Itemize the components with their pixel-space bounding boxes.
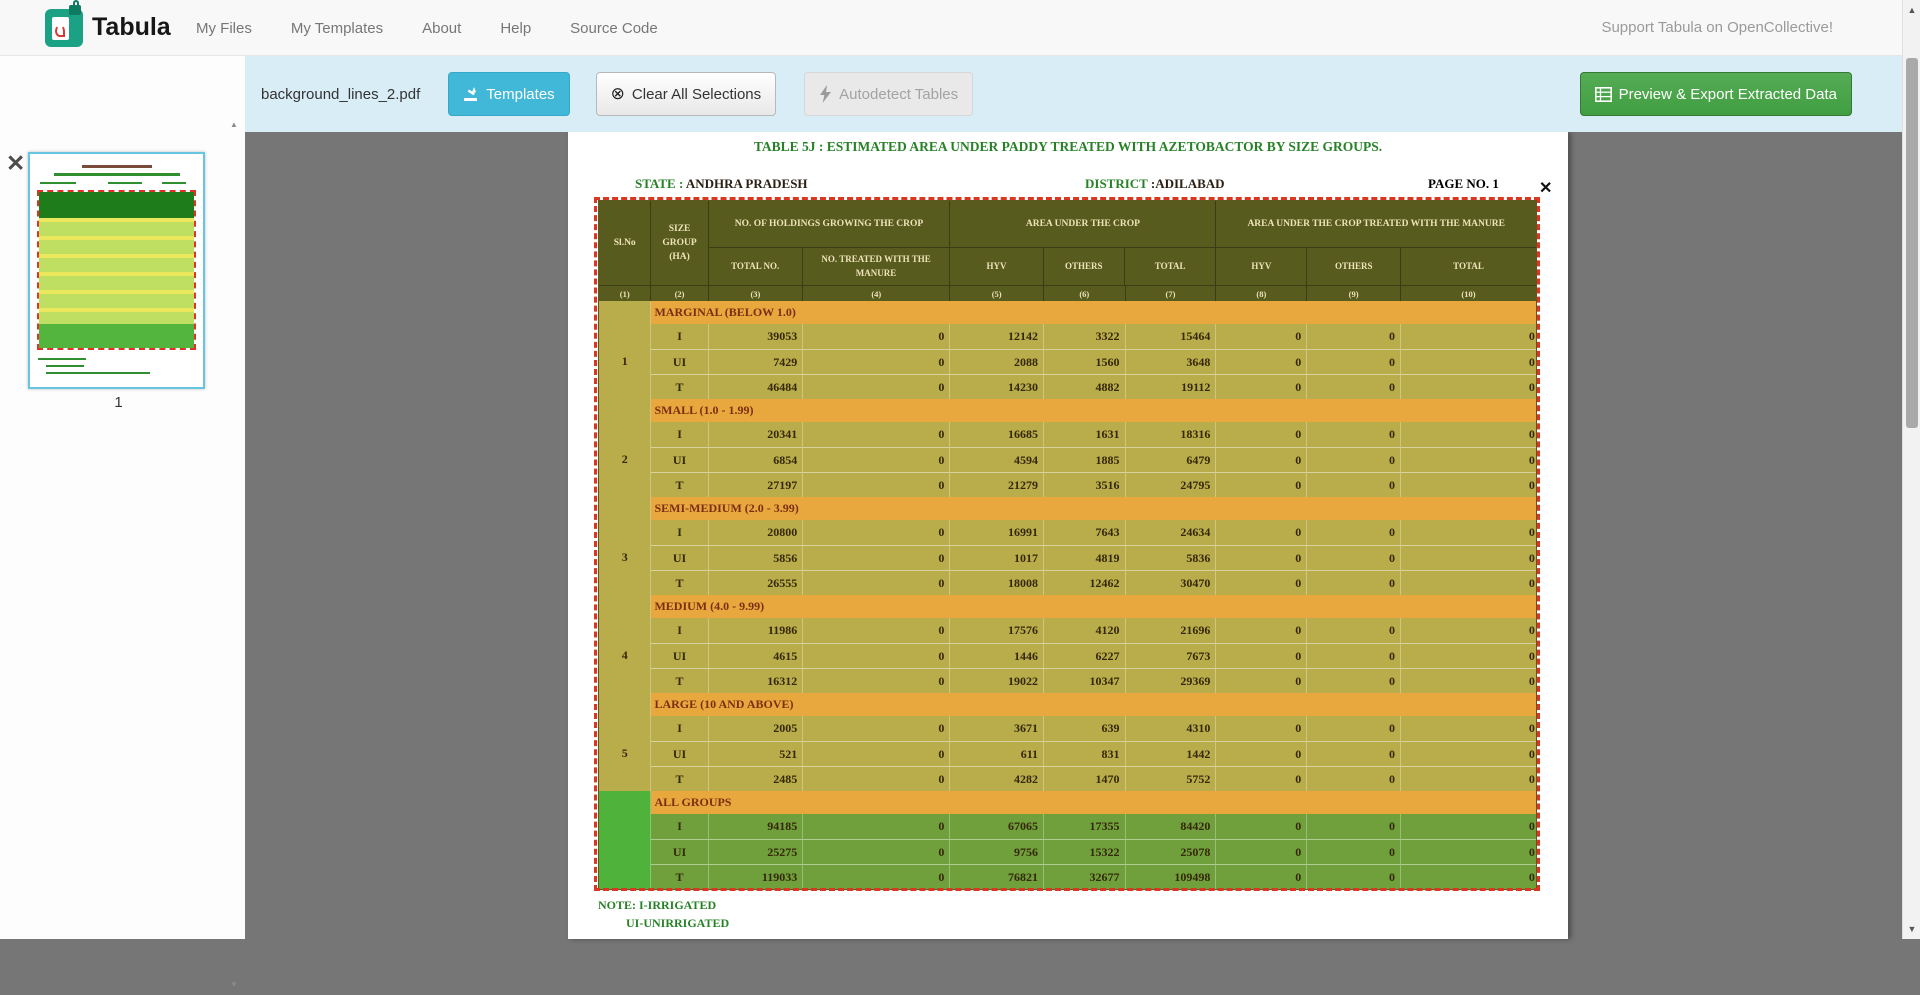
- thumb-table-footer: [39, 324, 194, 348]
- nav-item-source-code[interactable]: Source Code: [570, 20, 658, 37]
- lightning-bolt-icon: [819, 85, 832, 103]
- nav-item-my-files[interactable]: My Files: [196, 20, 252, 37]
- thumb-note-line: [46, 372, 150, 374]
- thumbnail-close-icon[interactable]: ✕: [6, 152, 25, 175]
- thumb-table-body: [39, 218, 194, 328]
- spreadsheet-icon: [1595, 87, 1612, 102]
- nav-links: My Files My Templates About Help Source Code: [196, 0, 658, 56]
- thumbnail-selection: [37, 190, 196, 350]
- clear-selections-button[interactable]: ⊗ Clear All Selections: [596, 72, 776, 116]
- lock-icon: [69, 5, 81, 15]
- pdf-glyph-icon: [55, 25, 65, 37]
- page-number-label: PAGE NO. 1: [1428, 176, 1499, 192]
- table-selection-overlay[interactable]: [594, 197, 1540, 891]
- tabula-logo-icon[interactable]: [45, 9, 83, 47]
- nav-item-help[interactable]: Help: [500, 20, 531, 37]
- sidebar-scrollbar[interactable]: ▲ ▼: [224, 112, 244, 995]
- note-line-2: UI-UNIRRIGATED: [626, 916, 729, 931]
- autodetect-button-label: Autodetect Tables: [839, 86, 958, 103]
- toolbar: background_lines_2.pdf Templates ⊗ Clear…: [245, 56, 1902, 132]
- thumb-table-header: [39, 192, 194, 218]
- scroll-up-icon[interactable]: ▲: [224, 120, 244, 129]
- autodetect-tables-button[interactable]: Autodetect Tables: [804, 72, 973, 116]
- district-line: DISTRICT :ADILABAD: [1085, 176, 1225, 192]
- district-label: DISTRICT: [1085, 176, 1148, 191]
- pdf-table-title: TABLE 5J : ESTIMATED AREA UNDER PADDY TR…: [568, 139, 1568, 155]
- preview-export-button[interactable]: Preview & Export Extracted Data: [1580, 72, 1852, 116]
- templates-button[interactable]: Templates: [448, 72, 569, 116]
- template-upload-icon: [463, 86, 479, 102]
- templates-button-label: Templates: [486, 86, 554, 103]
- brand-title[interactable]: Tabula: [92, 13, 171, 42]
- support-link[interactable]: Support Tabula on OpenCollective!: [1601, 19, 1833, 36]
- thumb-meta-line: [162, 182, 186, 184]
- state-line: STATE : ANDHRA PRADESH: [635, 176, 808, 192]
- clear-button-label: Clear All Selections: [632, 86, 761, 103]
- thumb-note-line: [38, 358, 86, 360]
- thumb-note-line: [46, 365, 84, 367]
- scroll-down-icon[interactable]: ▼: [224, 980, 244, 989]
- note-line-1: NOTE: I-IRRIGATED: [598, 898, 716, 913]
- selection-close-icon[interactable]: ✕: [1539, 178, 1552, 198]
- sidebar: ✕ 1 ▲ ▼: [0, 56, 245, 939]
- thumb-title-line: [82, 165, 152, 168]
- thumbnail-page-number: 1: [28, 394, 209, 411]
- scroll-up-icon[interactable]: ▲: [1903, 5, 1920, 15]
- state-label: STATE :: [635, 176, 683, 191]
- state-value: ANDHRA PRADESH: [686, 176, 808, 191]
- district-value: :ADILABAD: [1151, 176, 1225, 191]
- thumb-subtitle-line: [54, 173, 180, 176]
- window-scrollbar[interactable]: ▲ ▼: [1902, 0, 1920, 939]
- clear-circle-x-icon: ⊗: [611, 84, 625, 104]
- nav-item-about[interactable]: About: [422, 20, 461, 37]
- nav-item-my-templates[interactable]: My Templates: [291, 20, 383, 37]
- pdf-page[interactable]: TABLE 5J : ESTIMATED AREA UNDER PADDY TR…: [568, 132, 1568, 939]
- thumb-meta-line: [40, 182, 76, 184]
- scroll-down-icon[interactable]: ▼: [1903, 924, 1920, 934]
- scrollbar-thumb[interactable]: [1906, 58, 1918, 428]
- export-button-label: Preview & Export Extracted Data: [1619, 86, 1837, 103]
- filename-label: background_lines_2.pdf: [261, 86, 420, 103]
- page-thumbnail[interactable]: [28, 152, 205, 389]
- navbar: Tabula My Files My Templates About Help Sour…: [0, 0, 1920, 56]
- thumb-meta-line: [108, 182, 142, 184]
